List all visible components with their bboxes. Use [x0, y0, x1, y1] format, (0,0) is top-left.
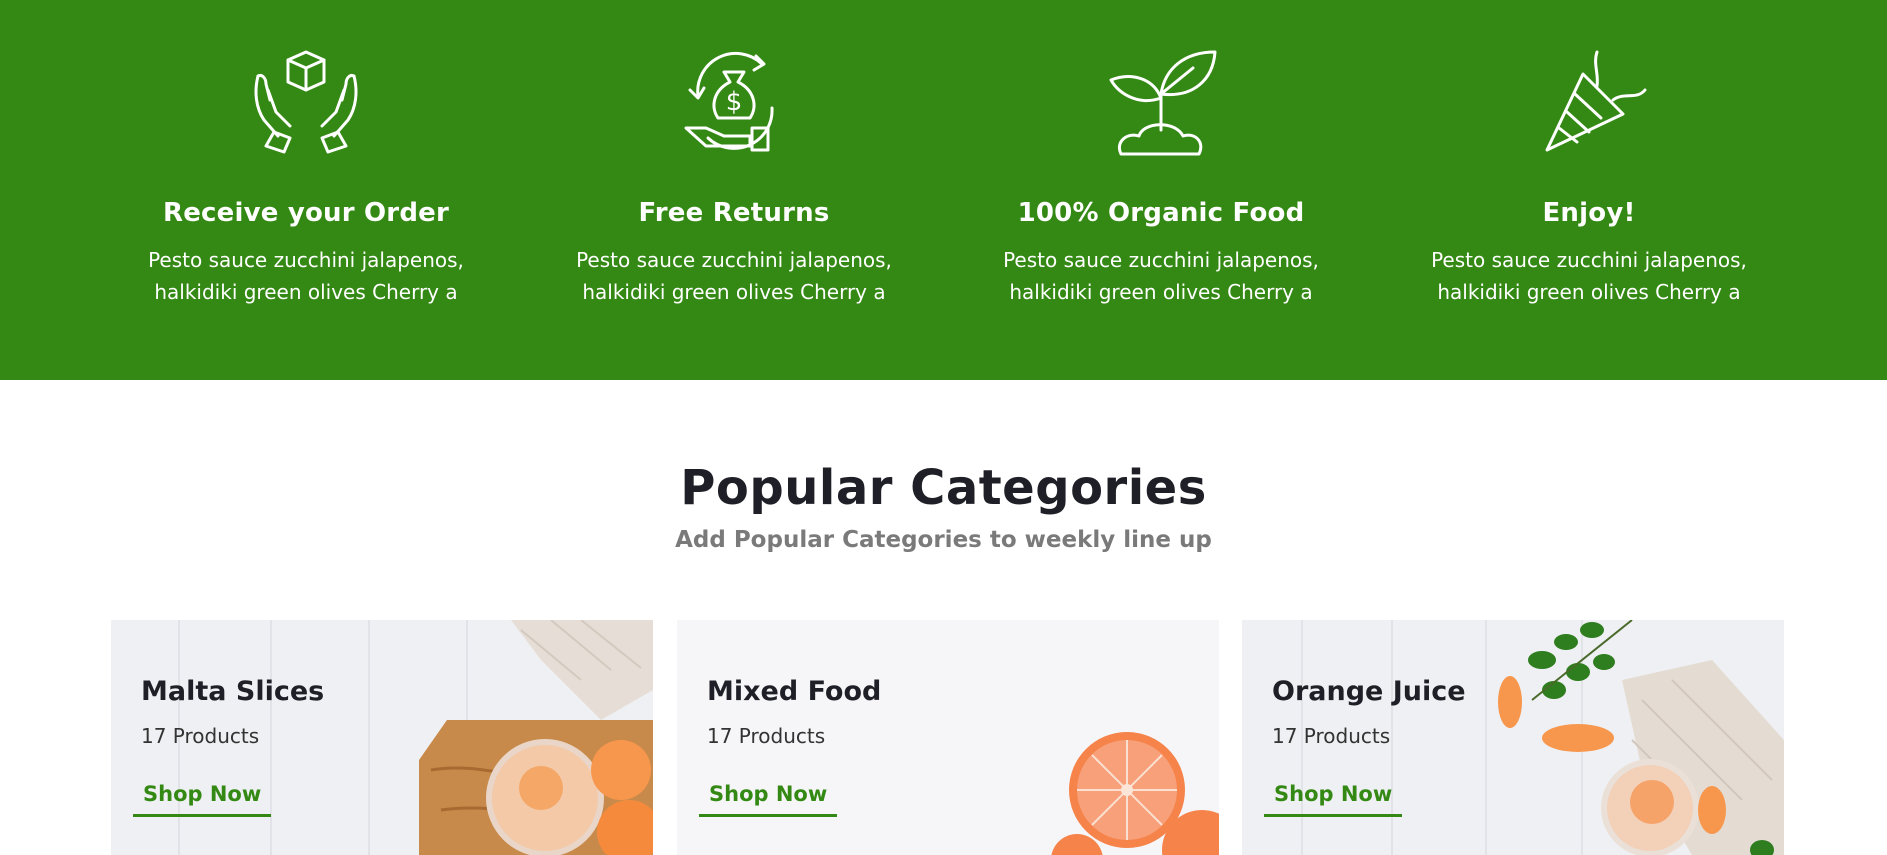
feature-title: Enjoy!	[1542, 198, 1636, 228]
feature-text: Pesto sauce zucchini jalapenos, halkidik…	[148, 248, 464, 304]
features-band: Receive your Order Pesto sauce zucchini …	[0, 0, 1887, 380]
category-name: Mixed Food	[707, 676, 882, 707]
shop-now-link[interactable]: Shop Now	[699, 780, 838, 817]
category-name: Orange Juice	[1272, 676, 1466, 707]
category-card-mixed-food[interactable]: Mixed Food 17 Products Shop Now	[677, 620, 1219, 855]
feature-text: Pesto sauce zucchini jalapenos, halkidik…	[1003, 248, 1319, 304]
section-subtitle: Add Popular Categories to weekly line up	[675, 527, 1212, 553]
category-name: Malta Slices	[141, 676, 325, 707]
section-title: Popular Categories	[680, 460, 1207, 516]
product-count: 17 Products	[141, 724, 260, 748]
feature-title: Free Returns	[638, 198, 830, 228]
product-count: 17 Products	[707, 724, 826, 748]
shop-now-link[interactable]: Shop Now	[1264, 780, 1403, 817]
category-card-malta-slices[interactable]: Malta Slices 17 Products Shop Now	[111, 620, 653, 855]
svg-text:$: $	[726, 87, 743, 117]
feature-title: Receive your Order	[162, 198, 450, 228]
money-bag-refund-icon: $	[672, 46, 796, 158]
feature-text: Pesto sauce zucchini jalapenos, halkidik…	[1431, 248, 1747, 304]
hands-box-icon	[244, 46, 368, 158]
feature-title: 100% Organic Food	[1017, 198, 1305, 228]
product-count: 17 Products	[1272, 724, 1391, 748]
sprout-icon	[1099, 46, 1223, 158]
feature-text: Pesto sauce zucchini jalapenos, halkidik…	[576, 248, 892, 304]
party-popper-icon	[1527, 46, 1651, 158]
shop-now-link[interactable]: Shop Now	[133, 780, 272, 817]
category-card-orange-juice[interactable]: Orange Juice 17 Products Shop Now	[1242, 620, 1784, 855]
